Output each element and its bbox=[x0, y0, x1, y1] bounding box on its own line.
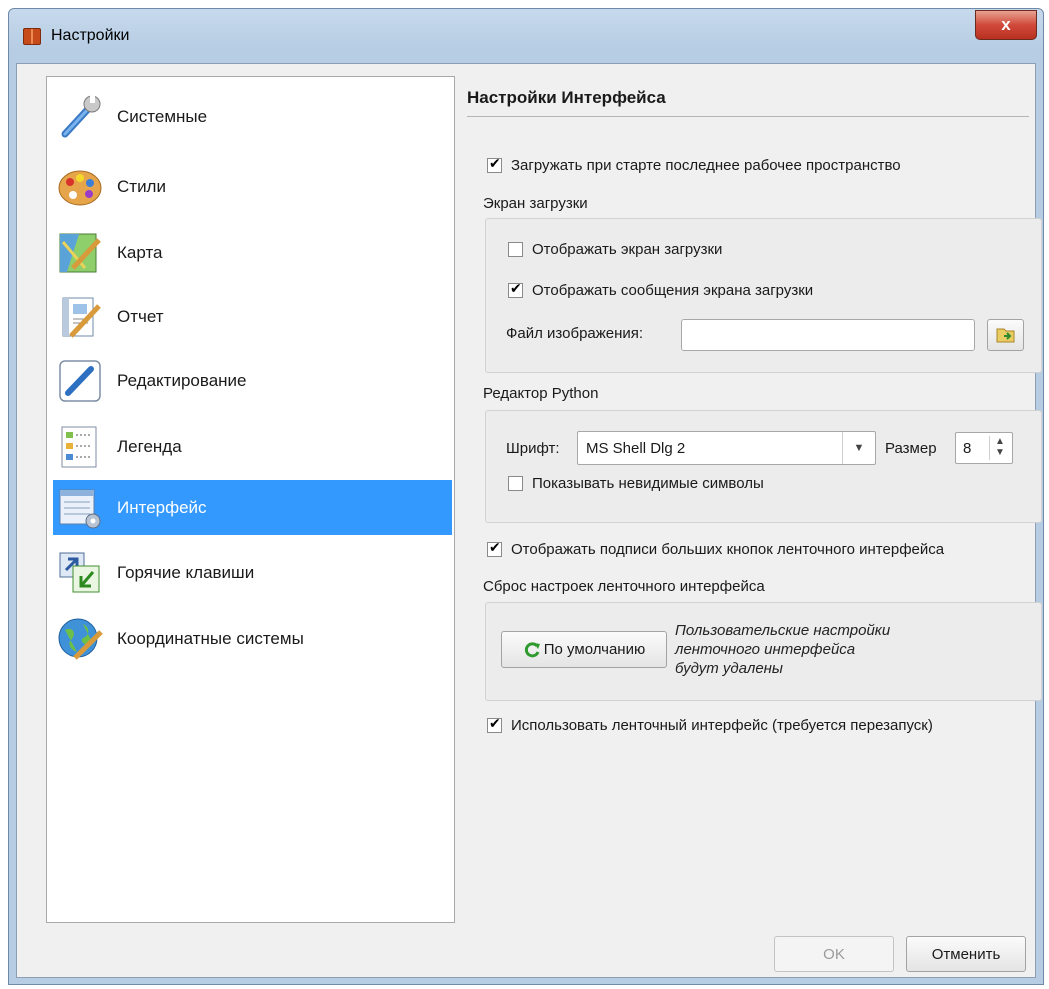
sidebar-item-coordinate-systems[interactable]: Координатные системы bbox=[53, 611, 452, 666]
sidebar-item-label: Легенда bbox=[117, 436, 182, 456]
sidebar-item-label: Координатные системы bbox=[117, 628, 304, 648]
show-splash-option[interactable]: Отображать экран загрузки bbox=[508, 241, 722, 258]
ribbon-captions-label: Отображать подписи больших кнопок ленточ… bbox=[511, 541, 945, 558]
use-ribbon-option[interactable]: Использовать ленточный интерфейс (требуе… bbox=[487, 715, 933, 734]
ribbon-reset-group: По умолчанию Пользовательские настройки … bbox=[485, 602, 1042, 701]
cancel-button[interactable]: Отменить bbox=[906, 936, 1026, 972]
ribbon-reset-title: Сброс настроек ленточного интерфейса bbox=[483, 578, 765, 595]
reset-default-label: По умолчанию bbox=[543, 641, 646, 658]
show-messages-option[interactable]: Отображать сообщения экрана загрузки bbox=[508, 280, 814, 299]
category-list: Системные Стили Карта Отчет Редактирован… bbox=[46, 76, 455, 923]
reset-note-line: будут удалены bbox=[675, 660, 783, 677]
chevron-down-icon[interactable]: ▼ bbox=[842, 432, 875, 464]
page-title: Настройки Интерфейса bbox=[467, 88, 666, 107]
sidebar-item-label: Системные bbox=[117, 106, 208, 126]
load-workspace-label: Загружать при старте последнее рабочее п… bbox=[511, 157, 901, 174]
font-select[interactable]: MS Shell Dlg 2 ▼ bbox=[577, 431, 876, 465]
font-select-value: MS Shell Dlg 2 bbox=[586, 439, 686, 457]
sidebar-item-report[interactable]: Отчет bbox=[53, 289, 452, 344]
sidebar-item-legend[interactable]: Легенда bbox=[53, 419, 452, 474]
sidebar-item-map[interactable]: Карта bbox=[53, 225, 452, 280]
sidebar-item-editing[interactable]: Редактирование bbox=[53, 353, 452, 408]
sidebar-item-label: Горячие клавиши bbox=[117, 562, 255, 582]
globe-icon bbox=[55, 614, 105, 664]
show-invisible-label: Показывать невидимые символы bbox=[532, 475, 764, 492]
sidebar-item-system[interactable]: Системные bbox=[53, 89, 452, 144]
show-splash-checkbox[interactable] bbox=[508, 242, 523, 257]
shortcut-icon bbox=[55, 548, 105, 598]
python-section-title: Редактор Python bbox=[483, 385, 599, 402]
sidebar-item-label: Карта bbox=[117, 242, 163, 262]
show-invisible-checkbox[interactable] bbox=[508, 476, 523, 491]
reset-note-line: ленточного интерфейса bbox=[675, 641, 856, 658]
reset-note: Пользовательские настройки ленточного ин… bbox=[675, 621, 890, 678]
title-divider bbox=[467, 116, 1029, 117]
size-spinbox[interactable]: 8 ▲ ▼ bbox=[955, 432, 1013, 464]
window-title: Настройки bbox=[51, 27, 130, 44]
splash-section-title: Экран загрузки bbox=[483, 195, 588, 212]
load-workspace-option[interactable]: Загружать при старте последнее рабочее п… bbox=[487, 155, 901, 174]
image-file-label: Файл изображения: bbox=[506, 325, 644, 342]
show-splash-label: Отображать экран загрузки bbox=[532, 241, 723, 258]
sidebar-item-label: Отчет bbox=[117, 306, 164, 326]
report-icon bbox=[55, 292, 105, 342]
ribbon-captions-checkbox[interactable] bbox=[487, 539, 502, 557]
sidebar-item-interface[interactable]: Интерфейс bbox=[53, 480, 452, 535]
dialog-client: Системные Стили Карта Отчет Редактирован… bbox=[16, 63, 1042, 978]
splash-group: Отображать экран загрузки Отображать соо… bbox=[485, 218, 1042, 373]
use-ribbon-checkbox[interactable] bbox=[487, 715, 502, 733]
wrench-icon bbox=[55, 92, 105, 142]
interface-settings-panel: Настройки Интерфейса Загружать при старт… bbox=[467, 64, 1042, 924]
reset-note-line: Пользовательские настройки bbox=[675, 622, 891, 639]
palette-icon bbox=[55, 162, 105, 212]
sidebar-item-label: Стили bbox=[117, 176, 166, 196]
sidebar-item-label: Редактирование bbox=[117, 370, 247, 390]
pencil-icon bbox=[55, 356, 105, 406]
show-messages-label: Отображать сообщения экрана загрузки bbox=[532, 282, 814, 299]
size-label: Размер bbox=[885, 440, 937, 457]
close-button[interactable]: x bbox=[975, 10, 1037, 40]
load-workspace-checkbox[interactable] bbox=[487, 155, 502, 173]
interface-icon bbox=[55, 483, 105, 533]
image-file-input[interactable] bbox=[681, 319, 975, 351]
reset-default-button[interactable]: По умолчанию bbox=[501, 631, 667, 668]
sidebar-item-styles[interactable]: Стили bbox=[53, 159, 452, 214]
title-bar[interactable]: Настройки x bbox=[9, 9, 1043, 63]
show-messages-checkbox[interactable] bbox=[508, 280, 523, 298]
python-editor-group: Шрифт: MS Shell Dlg 2 ▼ Размер 8 ▲ ▼ Пока… bbox=[485, 410, 1042, 523]
font-label: Шрифт: bbox=[506, 440, 560, 457]
settings-window: Настройки x Системные Стили Карта Отчет … bbox=[8, 8, 1044, 985]
legend-icon bbox=[55, 422, 105, 472]
sidebar-item-label: Интерфейс bbox=[117, 497, 207, 517]
show-invisible-option[interactable]: Показывать невидимые символы bbox=[508, 475, 764, 492]
ribbon-captions-option[interactable]: Отображать подписи больших кнопок ленточ… bbox=[487, 539, 945, 558]
sidebar-item-shortcuts[interactable]: Горячие клавиши bbox=[53, 545, 452, 600]
browse-file-button[interactable] bbox=[987, 319, 1024, 351]
app-icon bbox=[23, 28, 41, 45]
use-ribbon-label: Использовать ленточный интерфейс (требуе… bbox=[511, 717, 933, 734]
map-icon bbox=[55, 228, 105, 278]
spin-arrows-icon[interactable]: ▲ ▼ bbox=[989, 436, 1010, 460]
refresh-icon bbox=[524, 641, 540, 657]
size-spinbox-value: 8 bbox=[963, 439, 972, 457]
folder-open-icon bbox=[996, 328, 1014, 343]
ok-button[interactable]: OK bbox=[774, 936, 894, 972]
